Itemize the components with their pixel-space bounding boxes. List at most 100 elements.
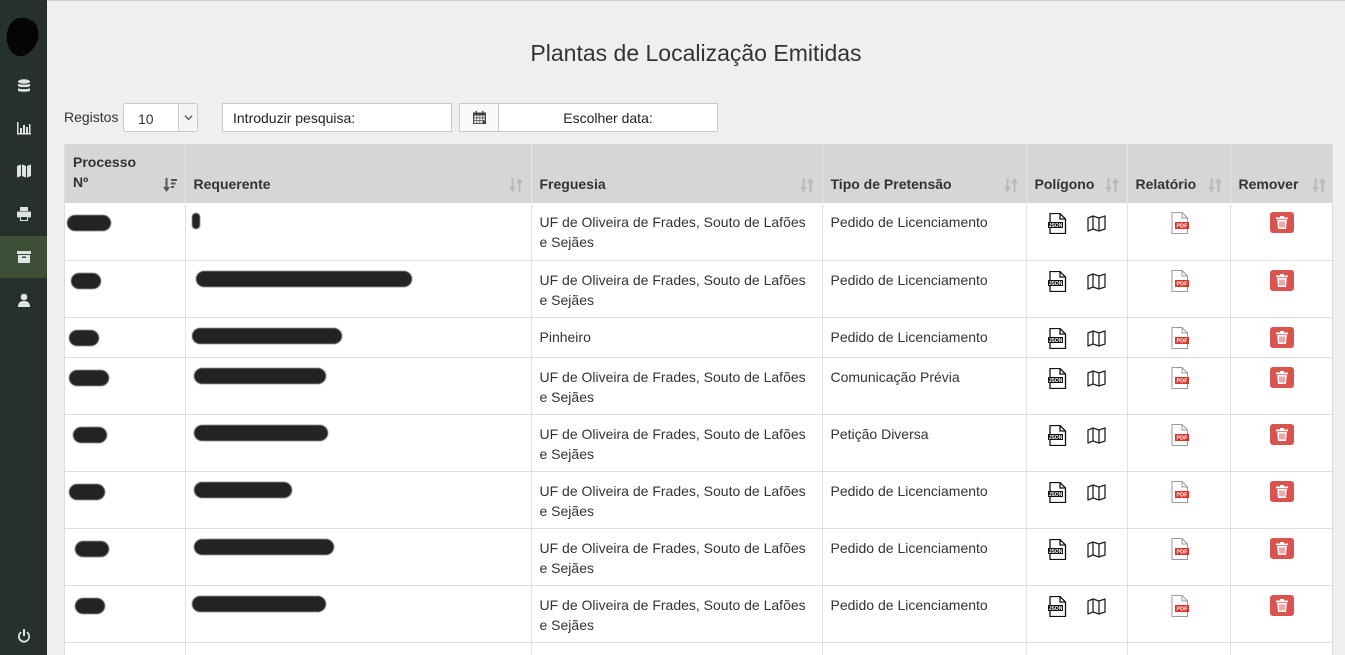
pdf-icon[interactable]: PDF: [1169, 423, 1189, 446]
pdf-icon[interactable]: PDF: [1169, 537, 1189, 560]
map-view-icon[interactable]: [1086, 328, 1106, 354]
pdf-icon[interactable]: PDF: [1169, 594, 1189, 617]
cell-freguesia: UF de Oliveira de Frades, Souto de Lafõe…: [531, 585, 823, 643]
remove-button[interactable]: [1270, 537, 1294, 559]
cell-remover: [1230, 203, 1332, 261]
pdf-icon[interactable]: PDF: [1169, 326, 1189, 349]
table-row[interactable]: UF de Oliveira de Frades, Souto de Lafõe…: [65, 471, 1332, 529]
json-download-icon[interactable]: JSON: [1047, 327, 1067, 354]
sidebar-item-map[interactable]: [0, 150, 47, 192]
cell-poligono: JSON: [1026, 357, 1128, 415]
remove-button[interactable]: [1270, 423, 1294, 445]
table-row[interactable]: UF de Oliveira de Frades, Souto de Lafõe…: [65, 260, 1332, 318]
json-download-icon[interactable]: JSON: [1047, 212, 1067, 239]
freguesia-line1: UF de Oliveira de Frades, Souto de Lafõe…: [539, 596, 806, 613]
remove-button[interactable]: [1270, 212, 1294, 233]
remove-button[interactable]: [1270, 594, 1294, 616]
svg-text:JSON: JSON: [1048, 435, 1062, 441]
sidebar-item-logout[interactable]: [0, 615, 47, 655]
col-header-requerente[interactable]: Requerente: [185, 144, 532, 203]
sort-icon: [1207, 178, 1222, 192]
date-input[interactable]: [498, 103, 718, 132]
col-header-processo[interactable]: Processo Nº: [65, 144, 186, 203]
svg-text:PDF: PDF: [1176, 378, 1188, 384]
table-body: UF de Oliveira de Frades, Souto de Lafõe…: [65, 203, 1332, 655]
table-row[interactable]: UF de Oliveira de Frades, Souto de Lafõe…: [65, 528, 1332, 586]
svg-text:JSON: JSON: [1048, 223, 1062, 229]
cell-freguesia: UF de Oliveira de Frades, Souto de Lafõe…: [531, 260, 823, 318]
sidebar-item-archive[interactable]: [0, 236, 47, 278]
redacted-processo: [75, 597, 105, 614]
calendar-button[interactable]: [459, 103, 499, 132]
table-row[interactable]: UF de Oliveira de Frades, Souto de Lafõe…: [65, 203, 1332, 261]
cell-requerente: [185, 317, 532, 358]
json-download-icon[interactable]: JSON: [1047, 538, 1067, 565]
col-header-tipo[interactable]: Tipo de Pretensão: [822, 144, 1027, 203]
freguesia-line2: e Sejães: [539, 388, 594, 405]
col-header-processo-line1: Processo: [73, 154, 137, 170]
redacted-requerente: [195, 270, 412, 287]
table-row[interactable]: UF de Oliveira de Frades, Souto de Lafõe…: [65, 414, 1332, 472]
map-view-icon[interactable]: [1086, 213, 1106, 239]
remove-button[interactable]: [1270, 480, 1294, 502]
sidebar-item-print[interactable]: [0, 193, 47, 235]
cell-requerente: [185, 203, 532, 261]
pdf-icon[interactable]: PDF: [1169, 269, 1189, 292]
remove-button[interactable]: [1270, 326, 1294, 348]
cell-remover: [1230, 357, 1332, 415]
cell-freguesia: Pinheiro: [531, 317, 823, 358]
table-header-row: Processo Nº Requerente Freguesia Tipo de…: [65, 144, 1332, 203]
svg-text:PDF: PDF: [1176, 338, 1188, 344]
sidebar-item-user[interactable]: [0, 279, 47, 321]
cell-remover: [1230, 317, 1332, 358]
registos-select[interactable]: 10: [123, 103, 198, 132]
col-header-poligono[interactable]: Polígono: [1026, 144, 1128, 203]
sidebar: [0, 0, 47, 655]
freguesia-line2: e Sejães: [539, 445, 594, 462]
col-header-relatorio[interactable]: Relatório: [1127, 144, 1231, 203]
pdf-icon[interactable]: PDF: [1169, 366, 1189, 389]
top-divider: [47, 0, 1345, 1]
search-input[interactable]: [222, 103, 452, 132]
table-row[interactable]: UF de Oliveira de Frades, Souto de Lafõe…: [65, 585, 1332, 643]
json-download-icon[interactable]: JSON: [1047, 367, 1067, 394]
sidebar-item-chart[interactable]: [0, 107, 47, 149]
table-row[interactable]: Pinheiro Pedido de Licenciamento JSON PD…: [65, 317, 1332, 358]
remove-button[interactable]: [1270, 366, 1294, 388]
pdf-icon[interactable]: PDF: [1169, 212, 1189, 234]
map-view-icon[interactable]: [1086, 539, 1106, 565]
pdf-icon[interactable]: PDF: [1169, 480, 1189, 503]
table-row[interactable]: UF de Oliveira de Frades, Souto de Lafõe…: [65, 357, 1332, 415]
sort-icon: [799, 178, 814, 192]
col-header-remover[interactable]: Remover: [1230, 144, 1332, 203]
map-view-icon[interactable]: [1086, 425, 1106, 451]
cell-processo: [65, 528, 186, 586]
map-view-icon[interactable]: [1086, 271, 1106, 297]
table-row[interactable]: [65, 642, 1332, 655]
json-download-icon[interactable]: JSON: [1047, 270, 1067, 297]
col-header-freguesia[interactable]: Freguesia: [531, 144, 823, 203]
svg-text:JSON: JSON: [1048, 338, 1062, 344]
cell-processo: [65, 471, 186, 529]
json-download-icon[interactable]: JSON: [1047, 481, 1067, 508]
cell-tipo: Pedido de Licenciamento: [822, 471, 1027, 529]
col-header-processo-line2: Nº: [73, 174, 89, 190]
cell-remover: [1230, 414, 1332, 472]
map-view-icon[interactable]: [1086, 596, 1106, 622]
plantas-table: Processo Nº Requerente Freguesia Tipo de…: [64, 144, 1333, 655]
svg-text:PDF: PDF: [1176, 281, 1188, 287]
freguesia-line2: e Sejães: [539, 234, 594, 250]
freguesia-line1: UF de Oliveira de Frades, Souto de Lafõe…: [539, 482, 806, 499]
cell-tipo: Pedido de Licenciamento: [822, 585, 1027, 643]
logo: [6, 17, 39, 57]
sidebar-item-database[interactable]: [0, 65, 47, 107]
cell-poligono: JSON: [1026, 528, 1128, 586]
json-download-icon[interactable]: JSON: [1047, 595, 1067, 622]
col-header-relatorio-label: Relatório: [1135, 176, 1197, 192]
cell-freguesia: UF de Oliveira de Frades, Souto de Lafõe…: [531, 528, 823, 586]
cell-relatorio: PDF: [1127, 357, 1231, 415]
map-view-icon[interactable]: [1086, 482, 1106, 508]
map-view-icon[interactable]: [1086, 368, 1106, 394]
remove-button[interactable]: [1270, 269, 1294, 291]
json-download-icon[interactable]: JSON: [1047, 424, 1067, 451]
